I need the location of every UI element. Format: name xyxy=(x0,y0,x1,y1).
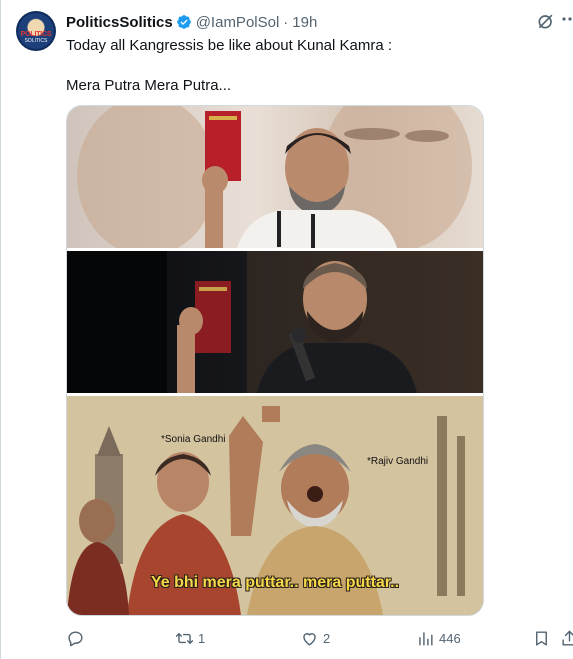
post-text-line-2: Mera Putra Mera Putra... xyxy=(66,77,232,94)
meme-panel-1 xyxy=(67,106,483,248)
timeline-divider xyxy=(0,0,1,659)
repost-button[interactable]: 1 xyxy=(175,624,205,652)
handle[interactable]: @IamPolSol xyxy=(196,14,280,31)
separator-dot: · xyxy=(283,13,289,31)
timestamp[interactable]: 19h xyxy=(292,14,317,31)
more-icon[interactable] xyxy=(562,16,573,22)
repost-icon xyxy=(175,632,194,644)
meme-panel-2 xyxy=(67,251,483,393)
post-media[interactable]: *Sonia Gandhi *Rajiv Gandhi Ye bhi mera … xyxy=(66,105,484,616)
meme-panel-1-image xyxy=(77,106,472,248)
share-icon xyxy=(562,630,573,646)
action-bar: 1 2 446 xyxy=(66,624,573,652)
reply-icon xyxy=(68,630,83,646)
grok-icon[interactable] xyxy=(536,11,556,31)
bookmark-button[interactable] xyxy=(532,624,551,652)
meme-panel-2-image xyxy=(67,251,483,393)
post-card[interactable]: POLITICS SOLITICS PoliticsSolitics @IamP… xyxy=(0,0,573,659)
views-icon xyxy=(419,631,433,646)
meme-caption: Ye bhi mera puttar.. mera puttar.. xyxy=(150,574,400,591)
display-name[interactable]: PoliticsSolitics xyxy=(66,14,173,31)
meme-label-left: *Sonia Gandhi xyxy=(161,434,226,445)
post-text: Today all Kangressis be like about Kunal… xyxy=(66,36,546,96)
like-button[interactable]: 2 xyxy=(300,624,330,652)
meme-label-right: *Rajiv Gandhi xyxy=(367,456,429,467)
bookmark-icon xyxy=(536,630,547,646)
verified-badge-icon[interactable] xyxy=(176,14,192,30)
views-count: 446 xyxy=(439,630,461,646)
avatar-logo-text-top: POLITICS xyxy=(20,31,52,38)
avatar[interactable]: POLITICS SOLITICS xyxy=(16,11,56,51)
post-text-line-1: Today all Kangressis be like about Kunal… xyxy=(66,37,393,54)
repost-count: 1 xyxy=(198,630,206,646)
meme-panel-3: *Sonia Gandhi *Rajiv Gandhi Ye bhi mera … xyxy=(67,396,483,615)
like-count: 2 xyxy=(323,630,331,646)
reply-button[interactable] xyxy=(66,624,89,652)
avatar-logo-text-bottom: SOLITICS xyxy=(24,38,48,44)
share-button[interactable] xyxy=(560,624,573,652)
like-icon xyxy=(303,632,316,646)
post-header: PoliticsSolitics @IamPolSol · 19h xyxy=(66,12,317,32)
views-button[interactable]: 446 xyxy=(416,624,461,652)
